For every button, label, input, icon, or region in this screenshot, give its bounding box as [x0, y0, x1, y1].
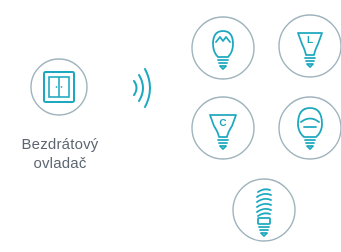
- remote-label-line2: ovladač: [33, 155, 87, 172]
- bulb-reflector-l-icon: L: [278, 14, 341, 78]
- bulb-flame-icon: [191, 16, 255, 80]
- wireless-switch-icon: [30, 58, 88, 116]
- remote-label: Bezdrátový ovladač: [0, 135, 120, 173]
- bulb-letter-c: C: [219, 118, 226, 129]
- bulb-globe-icon: [278, 96, 341, 160]
- bulb-letter-l: L: [307, 35, 313, 46]
- wireless-signal-icon: [133, 68, 151, 108]
- bulb-reflector-c-icon: C: [191, 96, 255, 160]
- diagram: L C Bezdrátový ovladač: [0, 0, 341, 252]
- remote-label-line1: Bezdrátový: [21, 136, 99, 153]
- diagram-graphics: L C: [30, 14, 341, 242]
- bulb-spiral-icon: [232, 178, 296, 242]
